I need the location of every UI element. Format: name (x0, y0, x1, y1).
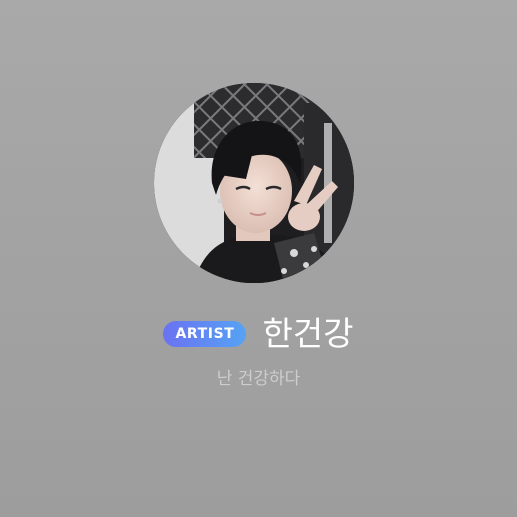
name-row: ARTIST 한건강 (0, 312, 517, 356)
status-message: 난 건강하다 (216, 369, 301, 389)
profile-photo (154, 83, 354, 283)
artist-badge: ARTIST (163, 321, 247, 347)
artist-name: 한건강 (262, 314, 354, 353)
profile-screen: ARTIST 한건강 난 건강하다 (0, 0, 517, 517)
profile-avatar[interactable] (154, 83, 354, 283)
